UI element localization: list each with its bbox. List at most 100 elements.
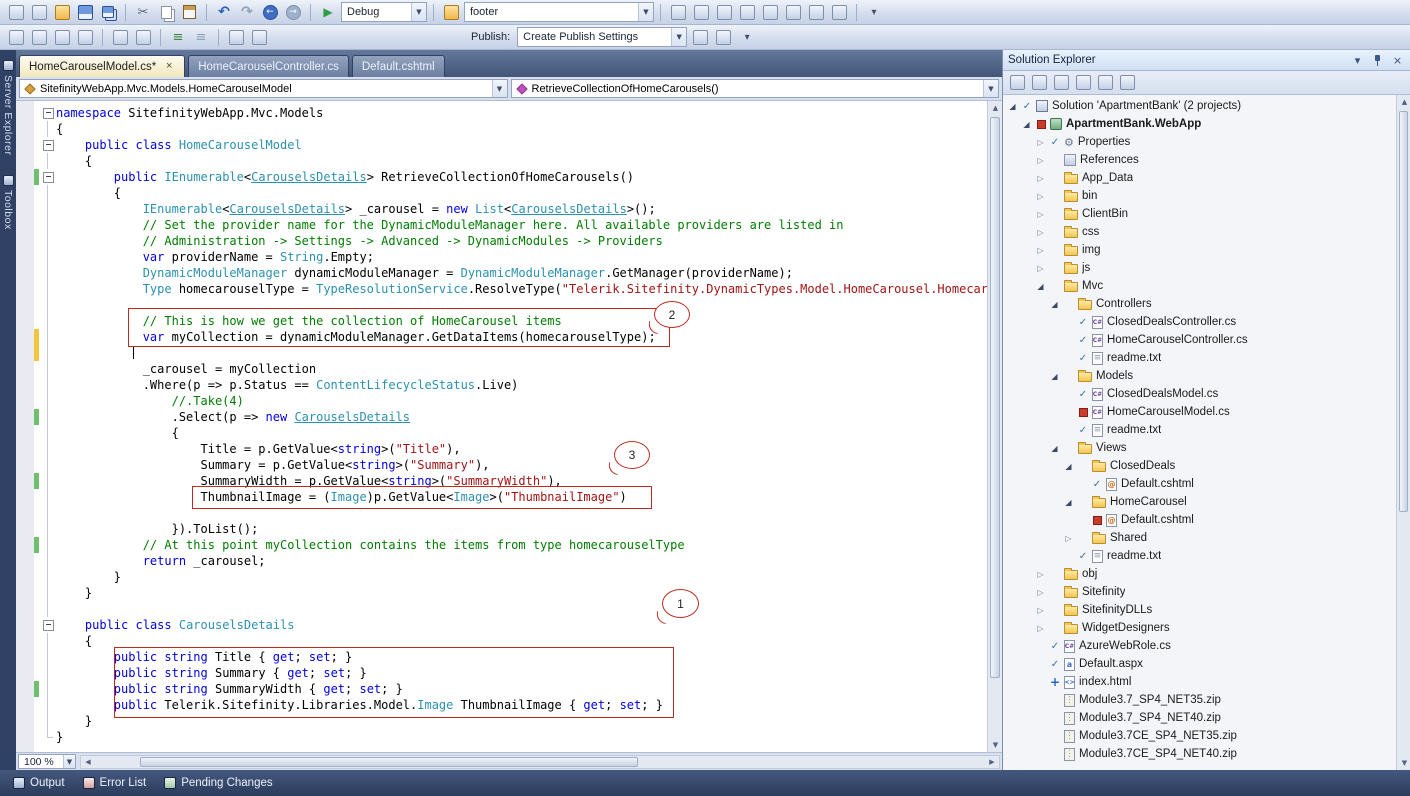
breakpoint-margin[interactable] — [16, 633, 34, 649]
tree-item[interactable]: ▷ClientBin — [1003, 205, 1396, 223]
team-explorer-icon[interactable] — [690, 2, 712, 23]
breakpoint-margin[interactable] — [16, 681, 34, 697]
breakpoint-margin[interactable] — [16, 537, 34, 553]
collapse-icon[interactable]: ◢ — [1049, 372, 1060, 381]
code-line[interactable]: public IEnumerable<CarouselsDetails> Ret… — [16, 169, 987, 185]
new-item-icon[interactable] — [5, 2, 27, 23]
scroll-up-icon[interactable]: ▲ — [988, 101, 1002, 115]
tree-item[interactable]: ◢Models — [1003, 367, 1396, 385]
code-editor[interactable]: namespace SitefinityWebApp.Mvc.Models{ p… — [16, 101, 1002, 752]
copy-icon[interactable] — [155, 2, 177, 23]
code-line[interactable]: .Select(p => new CarouselsDetails — [16, 409, 987, 425]
tree-item[interactable]: ▷obj — [1003, 565, 1396, 583]
debug-configuration-combo[interactable]: Debug — [341, 2, 427, 22]
breakpoint-margin[interactable] — [16, 409, 34, 425]
chevron-down-icon[interactable] — [63, 755, 75, 768]
autohide-tab-server-explorer[interactable]: Server Explorer — [2, 60, 14, 155]
tree-item[interactable]: ◢Mvc — [1003, 277, 1396, 295]
toolbar-options-icon[interactable] — [863, 2, 885, 23]
tree-item[interactable]: ▷img — [1003, 241, 1396, 259]
code-line[interactable]: { — [16, 121, 987, 137]
code-line[interactable]: } — [16, 569, 987, 585]
scroll-down-icon[interactable]: ▼ — [988, 738, 1002, 752]
breakpoint-margin[interactable] — [16, 585, 34, 601]
scrollbar-track[interactable] — [1397, 109, 1410, 756]
tree-item[interactable]: Default.cshtml — [1003, 475, 1396, 493]
tree-item[interactable]: index.html — [1003, 673, 1396, 691]
expand-icon[interactable]: ▷ — [1035, 192, 1046, 201]
breakpoint-margin[interactable] — [16, 153, 34, 169]
member-dropdown[interactable]: RetrieveCollectionOfHomeCarousels() — [511, 79, 1000, 98]
code-line[interactable]: public class CarouselsDetails — [16, 617, 987, 633]
tree-item[interactable]: Default.cshtml — [1003, 511, 1396, 529]
edit-publish-settings-icon[interactable] — [712, 27, 734, 48]
zoom-combo[interactable]: 100 % — [18, 754, 76, 769]
code-line[interactable]: { — [16, 185, 987, 201]
code-line[interactable]: var providerName = String.Empty; — [16, 249, 987, 265]
code-line[interactable]: Type homecarouselType = TypeResolutionSe… — [16, 281, 987, 297]
breakpoint-margin[interactable] — [16, 265, 34, 281]
quick-info-icon[interactable] — [51, 27, 73, 48]
code-line[interactable]: //.Take(4) — [16, 393, 987, 409]
collapse-icon[interactable]: ◢ — [1007, 102, 1018, 111]
comment-selection-icon[interactable] — [167, 27, 189, 48]
close-tab-icon[interactable]: × — [163, 61, 175, 73]
expand-icon[interactable]: ▷ — [1035, 210, 1046, 219]
breakpoint-margin[interactable] — [16, 185, 34, 201]
breakpoint-margin[interactable] — [16, 233, 34, 249]
breakpoint-margin[interactable] — [16, 393, 34, 409]
breakpoint-margin[interactable] — [16, 201, 34, 217]
breakpoint-margin[interactable] — [16, 457, 34, 473]
document-tab[interactable]: HomeCarouselController.cs — [188, 55, 349, 77]
parameter-info-icon[interactable] — [28, 27, 50, 48]
publish-profile-combo[interactable]: Create Publish Settings — [517, 27, 687, 47]
expand-icon[interactable]: ▷ — [1063, 534, 1074, 543]
tree-item[interactable]: ◢Controllers — [1003, 295, 1396, 313]
chevron-down-icon[interactable] — [983, 80, 998, 97]
save-icon[interactable] — [74, 2, 96, 23]
scroll-up-icon[interactable]: ▲ — [1397, 95, 1410, 109]
undo-icon[interactable] — [213, 2, 235, 23]
scrollbar-thumb[interactable] — [990, 117, 1000, 678]
code-line[interactable]: IEnumerable<CarouselsDetails> _carousel … — [16, 201, 987, 217]
outline-margin[interactable] — [39, 105, 56, 121]
tree-item[interactable]: AzureWebRole.cs — [1003, 637, 1396, 655]
uncomment-selection-icon[interactable] — [190, 27, 212, 48]
breakpoint-margin[interactable] — [16, 649, 34, 665]
statusbar-item-error-list[interactable]: Error List — [75, 774, 155, 792]
breakpoint-margin[interactable] — [16, 473, 34, 489]
breakpoint-margin[interactable] — [16, 665, 34, 681]
breakpoint-margin[interactable] — [16, 601, 34, 617]
show-all-files-icon[interactable] — [1029, 73, 1049, 92]
tree-item[interactable]: readme.txt — [1003, 547, 1396, 565]
code-line[interactable]: }).ToList(); — [16, 521, 987, 537]
paste-icon[interactable] — [178, 2, 200, 23]
open-file-icon[interactable] — [51, 2, 73, 23]
tree-item[interactable]: ClosedDealsModel.cs — [1003, 385, 1396, 403]
statusbar-item-output[interactable]: Output — [5, 774, 73, 792]
window-position-icon[interactable]: ▾ — [1350, 53, 1365, 68]
refresh-icon[interactable] — [1051, 73, 1071, 92]
vertical-scrollbar[interactable]: ▲ ▼ — [987, 101, 1002, 752]
tree-item[interactable]: ▷WidgetDesigners — [1003, 619, 1396, 637]
scrollbar-track[interactable] — [95, 756, 985, 768]
publish-profile-icon[interactable] — [689, 27, 711, 48]
properties-icon[interactable] — [1117, 73, 1137, 92]
horizontal-scrollbar[interactable]: ◀ ▶ — [80, 755, 1000, 769]
error-list-window-icon[interactable] — [782, 2, 804, 23]
type-dropdown[interactable]: SitefinityWebApp.Mvc.Models.HomeCarousel… — [19, 79, 508, 98]
breakpoint-margin[interactable] — [16, 249, 34, 265]
code-line[interactable] — [16, 601, 987, 617]
tree-item[interactable]: ◢HomeCarousel — [1003, 493, 1396, 511]
decrease-indent-icon[interactable] — [109, 27, 131, 48]
chevron-down-icon[interactable] — [492, 80, 507, 97]
expand-icon[interactable]: ▷ — [1035, 228, 1046, 237]
tree-item[interactable]: ▷bin — [1003, 187, 1396, 205]
outline-margin[interactable] — [39, 617, 56, 633]
scrollbar-track[interactable] — [988, 115, 1002, 738]
tree-item[interactable]: ◢Solution 'ApartmentBank' (2 projects) — [1003, 97, 1396, 115]
tree-item[interactable]: Module3.7CE_SP4_NET35.zip — [1003, 727, 1396, 745]
chevron-down-icon[interactable] — [638, 3, 653, 21]
tree-item[interactable]: HomeCarouselModel.cs — [1003, 403, 1396, 421]
code-line[interactable]: _carousel = myCollection — [16, 361, 987, 377]
